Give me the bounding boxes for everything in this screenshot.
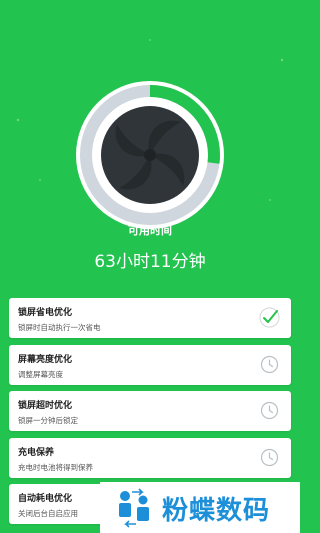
item-desc: 锁屏时自动执行一次省电 [18, 323, 101, 332]
item-title: 锁屏超时优化 [18, 401, 73, 411]
available-time-label: 可用时间 [128, 224, 172, 237]
brand-logo-icon [119, 488, 149, 528]
item-desc: 锁屏一分钟后锁定 [18, 416, 78, 425]
clock-icon [259, 400, 280, 421]
check-icon [259, 307, 280, 328]
optimize-item-charge-care[interactable]: 充电保养 充电时电池将得到保养 [9, 437, 291, 478]
item-title: 屏幕亮度优化 [18, 354, 73, 365]
item-title: 充电保养 [18, 447, 55, 458]
brand-name: 粉蝶数码 [162, 496, 271, 526]
battery-gauge [73, 78, 227, 232]
item-desc: 调整屏幕亮度 [18, 369, 63, 379]
item-desc: 充电时电池将得到保养 [18, 462, 93, 472]
item-title: 锁屏省电优化 [18, 308, 73, 318]
clock-icon [259, 354, 280, 375]
item-desc: 关闭后台自启应用 [18, 509, 78, 518]
available-time-value: 63小时11分钟 [94, 252, 206, 272]
watermark: 粉蝶数码 [100, 482, 300, 533]
optimize-item-screen-brightness[interactable]: 屏幕亮度优化 调整屏幕亮度 [9, 344, 291, 385]
clock-icon [259, 447, 280, 468]
optimize-item-lock-screen-power[interactable]: 锁屏省电优化 锁屏时自动执行一次省电 [9, 298, 291, 338]
optimize-item-lock-timeout[interactable]: 锁屏超时优化 锁屏一分钟后锁定 [9, 391, 291, 431]
fan-icon [101, 106, 199, 204]
item-title: 自动耗电优化 [18, 494, 73, 504]
